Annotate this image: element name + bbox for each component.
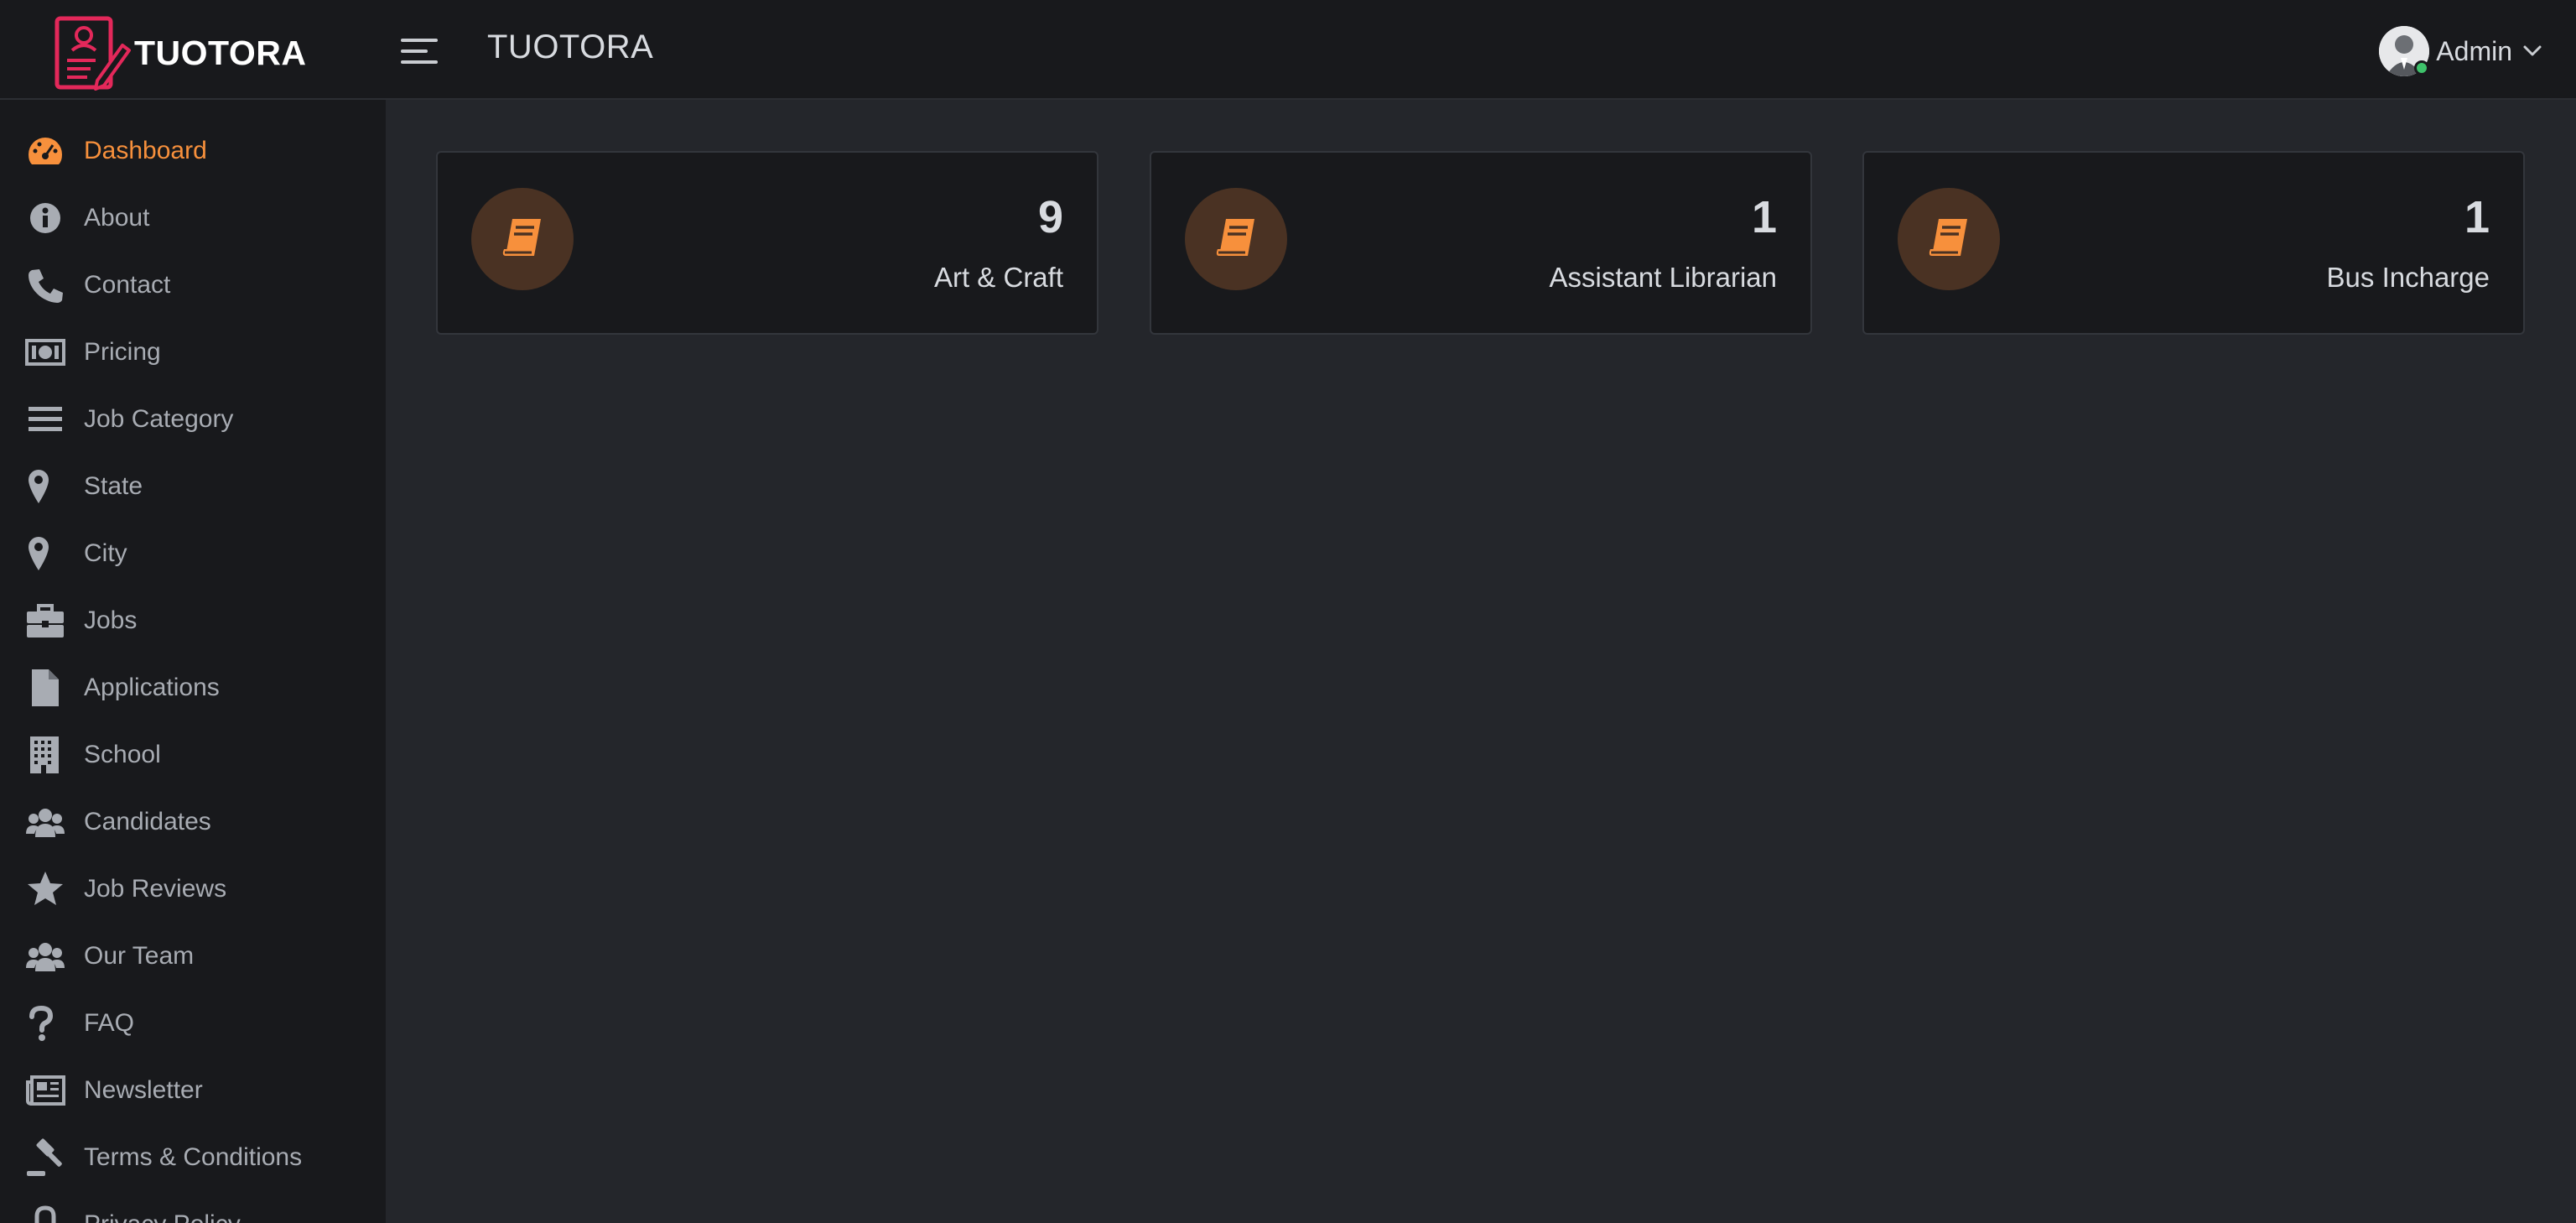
sidebar-item-label: Applications [84,674,220,701]
resume-pen-icon [55,16,131,91]
sidebar-item-dashboard[interactable]: Dashboard [0,117,386,185]
sidebar-item-city[interactable]: City [0,520,386,587]
chevron-down-icon [2523,45,2542,56]
gauge-icon [23,129,67,173]
card-label: Bus Incharge [2326,262,2490,293]
card-icon-circle [471,188,574,290]
bars-icon [23,398,67,441]
sidebar-item-label: Jobs [84,606,138,634]
sidebar-item-label: Job Reviews [84,875,227,903]
sidebar-item-faq[interactable]: FAQ [0,990,386,1057]
star-icon [23,867,67,911]
file-icon [23,666,67,710]
sidebar-item-terms-conditions[interactable]: Terms & Conditions [0,1124,386,1191]
map-marker-icon [23,465,67,508]
sidebar-item-label: Contact [84,271,171,299]
users-icon [23,934,67,978]
sidebar-item-job-category[interactable]: Job Category [0,386,386,453]
sidebar-item-candidates[interactable]: Candidates [0,788,386,856]
book-icon [1929,219,1967,256]
sidebar-item-label: About [84,204,150,232]
user-menu[interactable]: Admin [2379,25,2542,77]
briefcase-icon [23,599,67,643]
sidebar-item-label: Newsletter [84,1076,203,1104]
newspaper-icon [23,1069,67,1112]
book-icon [502,219,541,256]
sidebar-item-jobs[interactable]: Jobs [0,587,386,654]
phone-icon [23,263,67,307]
info-circle-icon [23,196,67,240]
sidebar-item-about[interactable]: About [0,185,386,252]
brand-logo-link[interactable]: TUOTORA [54,15,306,91]
question-icon [23,1002,67,1045]
map-marker-icon [23,532,67,575]
sidebar-item-job-reviews[interactable]: Job Reviews [0,856,386,923]
sidebar-item-pricing[interactable]: Pricing [0,319,386,386]
hamburger-icon-line [401,60,438,64]
hamburger-icon [401,39,438,42]
card-count: 1 [1751,192,1777,242]
sidebar-item-school[interactable]: School [0,721,386,788]
money-bill-icon [23,330,67,374]
sidebar-item-label: Job Category [84,405,234,433]
sidebar-item-newsletter[interactable]: Newsletter [0,1057,386,1124]
page-title: TUOTORA [487,29,654,65]
hamburger-icon-line [401,49,428,53]
gavel-icon [23,1136,67,1179]
users-icon [23,800,67,844]
sidebar-item-privacy-policy[interactable]: Privacy Policy [0,1191,386,1223]
sidebar-item-label: School [84,741,161,768]
sidebar-toggle-button[interactable] [401,37,438,65]
card-label: Art & Craft [933,262,1063,293]
card-icon-circle [1185,188,1287,290]
sidebar-item-contact[interactable]: Contact [0,252,386,319]
sidebar-item-label: City [84,539,127,567]
building-icon [23,733,67,777]
lock-icon [23,1203,67,1223]
top-navbar: TUOTORA TUOTORA Admin [0,0,2576,100]
brand-name: TUOTORA [134,33,307,72]
user-name: Admin [2436,35,2512,66]
sidebar-item-state[interactable]: State [0,453,386,520]
sidebar: Dashboard About Contact Pricing Job Cate… [0,100,386,1223]
sidebar-item-applications[interactable]: Applications [0,654,386,721]
card-icon-circle [1898,188,2000,290]
sidebar-item-label: Candidates [84,808,211,835]
stat-card-assistant-librarian[interactable]: 1 Assistant Librarian [1150,151,1812,335]
sidebar-item-label: FAQ [84,1009,135,1037]
stat-card-bus-incharge[interactable]: 1 Bus Incharge [1862,151,2525,335]
sidebar-item-our-team[interactable]: Our Team [0,923,386,990]
card-count: 1 [2464,192,2490,242]
sidebar-item-label: Terms & Conditions [84,1143,303,1171]
book-icon [1216,219,1254,256]
stat-card-art-craft[interactable]: 9 Art & Craft [436,151,1098,335]
card-label: Assistant Librarian [1549,262,1777,293]
online-status-icon [2414,60,2430,75]
sidebar-item-label: Privacy Policy [84,1210,241,1223]
sidebar-item-label: Our Team [84,942,195,970]
sidebar-item-label: Dashboard [84,137,207,164]
card-count: 9 [1037,192,1063,242]
sidebar-item-label: State [84,472,143,500]
sidebar-item-label: Pricing [84,338,161,366]
